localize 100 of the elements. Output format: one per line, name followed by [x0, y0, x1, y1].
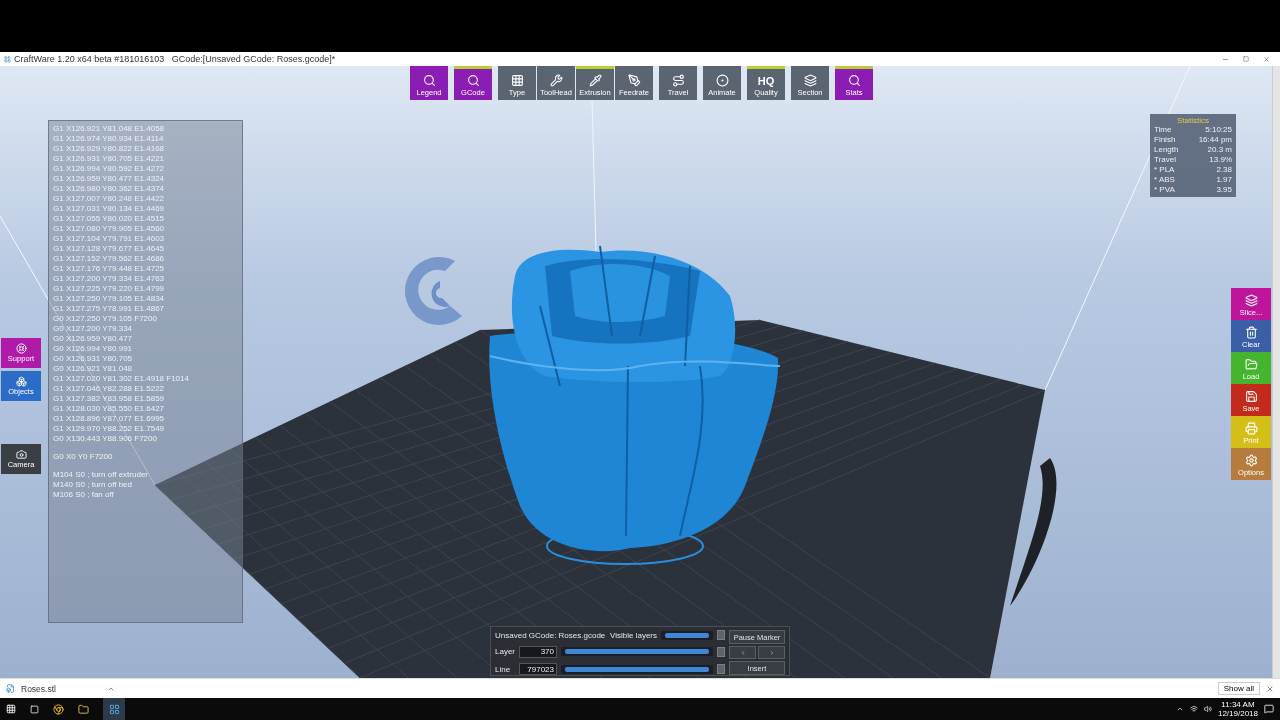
gcode-line: G1 X127.020 Y81.302 E1.4918 F1014	[53, 374, 190, 384]
gcode-line: G1 X127.152 Y79.562 E1.4686	[53, 254, 166, 264]
gcode-line: M106 S0 ; fan off	[53, 490, 115, 500]
gcode-line: G0 X127.250 Y79.105 F7200	[53, 314, 158, 324]
close-icon[interactable]	[1263, 55, 1270, 63]
gcode-line: G1 X126.921 Y81.048 E1.4058	[53, 124, 166, 134]
gcode-line: G1 X126.929 Y80.822 E1.4168	[53, 144, 166, 154]
gcode-line: G0 X0 Y0 F7200	[53, 452, 114, 462]
stat-label: * ABS	[1154, 175, 1175, 185]
gcode-line: G1 X127.275 Y78.991 E1.4867	[53, 304, 166, 314]
clock-time: 11:34 AM	[1221, 700, 1255, 709]
gcode-line: G1 X126.980 Y80.362 E1.4374	[53, 184, 166, 194]
printer-icon	[1244, 421, 1258, 435]
gcode-line: G0 X126.921 Y81.048	[53, 364, 134, 374]
stat-label: Finish	[1154, 135, 1176, 145]
gcode-line: G1 X128.030 Y85.550 E1.6427	[53, 404, 166, 414]
boxes-icon	[15, 376, 27, 387]
gcode-line: G1 X127.031 Y80.134 E1.4469	[53, 204, 166, 214]
gcode-line: G1 X129.970 Y88.252 E1.7549	[53, 424, 166, 434]
wifi-icon[interactable]	[1189, 705, 1198, 713]
slider-thumb[interactable]	[717, 646, 725, 657]
app-icon	[108, 703, 120, 715]
browser-icon[interactable]	[53, 703, 64, 715]
gcode-line: G1 X128.896 Y87.077 E1.6995	[53, 414, 166, 424]
lifebuoy-icon	[15, 343, 27, 354]
gcode-line: G1 X127.080 Y79.905 E1.4560	[53, 224, 166, 234]
windows-icon[interactable]	[6, 704, 16, 714]
visible-layers-label: Visible layers	[610, 630, 657, 640]
window-title: CraftWare 1.20 x64 beta #181016103 GCode:[Unsaved GCode: Roses.gcode]*	[14, 54, 337, 64]
gcode-line: G1 X127.128 Y79.677 E1.4645	[53, 244, 166, 254]
gcode-line: M104 S0 ; turn off extruder	[53, 470, 149, 480]
chevron-up-icon[interactable]	[1175, 705, 1184, 713]
layer-slider[interactable]	[561, 647, 713, 656]
stat-value: 20.3 m	[1207, 145, 1232, 155]
pen-icon	[627, 74, 641, 87]
stat-value: 5:10:25	[1205, 125, 1232, 135]
visible-layers-slider[interactable]	[661, 630, 713, 640]
route-icon	[671, 74, 685, 87]
volume-icon[interactable]	[1203, 705, 1212, 713]
save-icon	[1244, 389, 1258, 403]
line-label: Line	[495, 664, 512, 674]
trash-icon	[1244, 325, 1258, 339]
gcode-line: G1 X127.250 Y79.105 E1.4834	[53, 294, 166, 304]
slider-thumb[interactable]	[717, 630, 725, 640]
search-icon	[422, 74, 436, 87]
notification-icon[interactable]	[1264, 704, 1274, 714]
stat-value: 2.38	[1216, 165, 1232, 175]
settings-icon	[1244, 453, 1258, 467]
gcode-line: G0 X130.443 Y88.906 F7200	[53, 434, 158, 444]
gcode-line: G0 X127.200 Y79.334	[53, 324, 134, 334]
gcode-line: G1 X127.046 Y82.288 E1.5222	[53, 384, 166, 394]
line-slider[interactable]	[561, 664, 713, 674]
gcode-line: G1 X127.055 Y80.020 E1.4515	[53, 214, 166, 224]
gcode-line: G1 X126.959 Y80.477 E1.4324	[53, 174, 166, 184]
gcode-line: G1 X127.104 Y79.791 E1.4603	[53, 234, 166, 244]
stat-label: Travel	[1154, 155, 1176, 165]
close-icon[interactable]	[1266, 684, 1274, 693]
scrollbar[interactable]	[1272, 66, 1280, 678]
layer-label: Layer	[495, 647, 515, 656]
stat-label: * PVA	[1154, 185, 1175, 195]
taskbar-app-button[interactable]	[103, 698, 125, 720]
search-icon	[847, 74, 861, 87]
gcode-line: G0 X126.959 Y80.477	[53, 334, 134, 344]
clock-date: 12/19/2018	[1217, 709, 1258, 718]
logo-watermark-drawing	[404, 257, 462, 325]
gcode-line: G1 X127.007 Y80.248 E1.4422	[53, 194, 166, 204]
stat-label: * PLA	[1154, 165, 1175, 175]
stats-title: Statistics	[1176, 116, 1210, 125]
download-file-name[interactable]: Roses.stl	[21, 683, 101, 694]
folder-icon	[1244, 357, 1258, 371]
gcode-line: G1 X127.225 Y79.220 E1.4799	[53, 284, 166, 294]
search-icon	[466, 74, 480, 87]
layers-icon	[1244, 293, 1258, 307]
stat-value: 16:44 pm	[1198, 135, 1232, 145]
3d-viewport[interactable]	[0, 66, 1280, 678]
chevron-left-icon	[739, 649, 746, 656]
gcode-line: G0 X126.931 Y80.705	[53, 354, 134, 364]
stat-value: 13.9%	[1209, 155, 1232, 165]
task-view-icon[interactable]	[30, 704, 39, 714]
file-icon	[6, 684, 15, 693]
camera-icon	[15, 449, 27, 460]
gcode-line: G1 X126.974 Y80.934 E1.4114	[53, 134, 165, 144]
gcode-line: G1 X127.382 Y83.958 E1.5859	[53, 394, 166, 404]
stat-value: 3.95	[1216, 185, 1232, 195]
slider-thumb[interactable]	[717, 664, 725, 674]
gcode-line: G1 X127.200 Y79.334 E1.4763	[53, 274, 166, 284]
folder-icon[interactable]	[78, 703, 89, 715]
stat-label: Length	[1154, 145, 1179, 155]
stat-label: Time	[1154, 125, 1172, 135]
layers-icon	[803, 74, 817, 87]
wrench-icon	[549, 74, 563, 87]
show-all-button[interactable]: Show all	[1217, 682, 1260, 695]
gcode-line: M140 S0 ; turn off bed	[53, 480, 133, 490]
dot-icon	[715, 74, 729, 87]
gcode-line: G0 X126.994 Y80.991	[53, 344, 134, 354]
layer-field[interactable]: 370	[519, 645, 557, 658]
gcode-line: G1 X126.994 Y80.592 E1.4272	[53, 164, 166, 174]
line-field[interactable]: 797023	[519, 663, 557, 675]
gcode-file-name: Unsaved GCode: Roses.gcode	[495, 630, 606, 640]
stat-value: 1.97	[1216, 175, 1232, 185]
